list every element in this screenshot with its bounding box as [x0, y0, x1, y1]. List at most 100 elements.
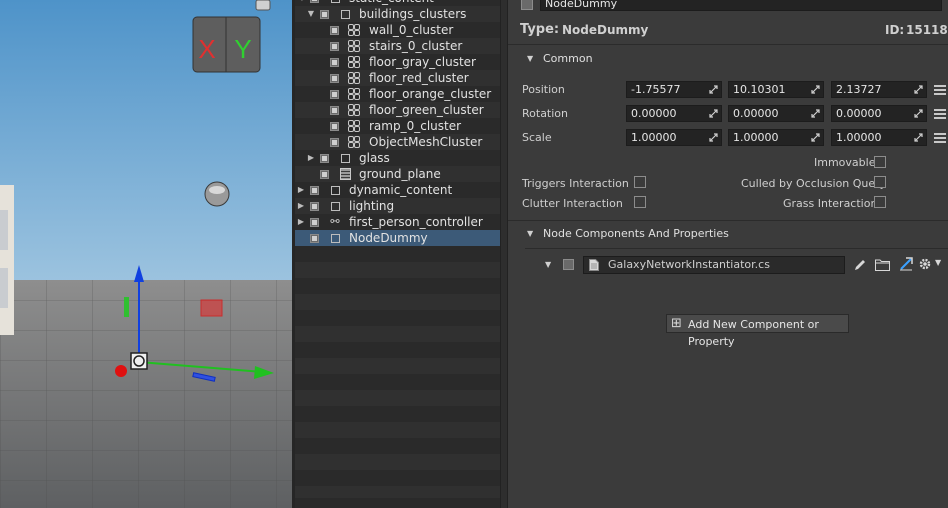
rotation-y-input[interactable]: 0.00000: [728, 105, 824, 122]
collapse-arrow-icon[interactable]: ▼: [545, 260, 551, 269]
immovable-checkbox[interactable]: [874, 156, 886, 168]
menu-icon[interactable]: [934, 109, 946, 119]
enabled-checkbox[interactable]: [330, 90, 339, 99]
tree-item-label: floor_red_cluster: [369, 71, 469, 85]
drag-arrows-icon[interactable]: [709, 133, 718, 142]
enabled-checkbox[interactable]: [310, 202, 319, 211]
enabled-checkbox[interactable]: [330, 74, 339, 83]
position-z-input[interactable]: 2.13727: [831, 81, 927, 98]
scene-viewport[interactable]: X Y: [0, 0, 292, 508]
enabled-checkbox[interactable]: [320, 10, 329, 19]
component-file-field[interactable]: GalaxyNetworkInstantiator.cs: [583, 256, 845, 274]
enabled-checkbox[interactable]: [330, 122, 339, 131]
node-enabled-checkbox[interactable]: [521, 0, 533, 10]
expand-arrow-icon[interactable]: ▶: [296, 198, 306, 214]
rotation-x-value: 0.00000: [631, 107, 677, 120]
component-enabled-checkbox[interactable]: [563, 259, 574, 270]
expand-arrow-icon[interactable]: ▶: [296, 182, 306, 198]
menu-icon[interactable]: [934, 85, 946, 95]
expand-arrow-icon[interactable]: ▶: [296, 214, 306, 230]
enabled-checkbox[interactable]: [330, 42, 339, 51]
tree-item-node-dummy[interactable]: NodeDummy: [295, 230, 500, 246]
tree-item-floor-green-cluster[interactable]: floor_green_cluster: [295, 102, 500, 118]
tree-item-object-mesh-cluster[interactable]: ObjectMeshCluster: [295, 134, 500, 150]
panel-divider[interactable]: [500, 0, 508, 508]
viewport-canvas: X Y: [0, 0, 292, 508]
drag-arrows-icon[interactable]: [914, 109, 923, 118]
tree-item-label: floor_orange_cluster: [369, 87, 492, 101]
collapse-arrow-icon[interactable]: ▼: [527, 54, 533, 63]
node-name-input[interactable]: NodeDummy: [540, 0, 942, 11]
enabled-checkbox[interactable]: [330, 106, 339, 115]
immovable-label: Immovable: [814, 156, 876, 169]
add-component-button[interactable]: ⊞ Add New Component or Property: [666, 314, 849, 348]
tree-item-stairs-cluster[interactable]: stairs_0_cluster: [295, 38, 500, 54]
tree-item-label: ObjectMeshCluster: [369, 135, 483, 149]
rotation-x-input[interactable]: 0.00000: [626, 105, 722, 122]
enabled-checkbox[interactable]: [310, 186, 319, 195]
sphere-object[interactable]: [204, 181, 230, 207]
tree-item-floor-gray-cluster[interactable]: floor_gray_cluster: [295, 54, 500, 70]
id-value: 151181: [906, 23, 948, 37]
chevron-down-icon[interactable]: ▼: [935, 258, 941, 267]
components-section-title[interactable]: Node Components And Properties: [543, 227, 729, 240]
grass-interaction-checkbox[interactable]: [874, 196, 886, 208]
scale-y-input[interactable]: 1.00000: [728, 129, 824, 146]
tree-item-buildings-clusters[interactable]: ▼ buildings_clusters: [295, 6, 500, 22]
properties-panel: NodeDummy Type: NodeDummy ID: 151181 ▼ C…: [508, 0, 948, 508]
enabled-checkbox[interactable]: [320, 154, 329, 163]
tree-item-floor-orange-cluster[interactable]: floor_orange_cluster: [295, 86, 500, 102]
tree-item-ramp-cluster[interactable]: ramp_0_cluster: [295, 118, 500, 134]
drag-arrows-icon[interactable]: [709, 109, 718, 118]
menu-icon[interactable]: [934, 133, 946, 143]
gear-icon[interactable]: [918, 257, 932, 271]
collapse-arrow-icon[interactable]: ▼: [527, 229, 533, 238]
scale-z-input[interactable]: 1.00000: [831, 129, 927, 146]
drag-arrows-icon[interactable]: [811, 85, 820, 94]
drag-arrows-icon[interactable]: [811, 133, 820, 142]
collapse-arrow-icon[interactable]: ▼: [306, 6, 316, 22]
drag-arrows-icon[interactable]: [709, 85, 718, 94]
reference-link-icon: ⚯: [330, 215, 340, 228]
drag-arrows-icon[interactable]: [811, 109, 820, 118]
enabled-checkbox[interactable]: [310, 0, 319, 3]
component-file-name: GalaxyNetworkInstantiator.cs: [608, 258, 770, 271]
tree-item-first-person-controller[interactable]: ▶ ⚯ first_person_controller: [295, 214, 500, 230]
triggers-interaction-checkbox[interactable]: [634, 176, 646, 188]
view-cube-y-label: Y: [234, 34, 251, 64]
position-x-input[interactable]: -1.75577: [626, 81, 722, 98]
drag-arrows-icon[interactable]: [914, 133, 923, 142]
enabled-checkbox[interactable]: [330, 58, 339, 67]
expand-arrow-icon[interactable]: ▶: [306, 150, 316, 166]
clutter-interaction-checkbox[interactable]: [634, 196, 646, 208]
tree-item-label: stairs_0_cluster: [369, 39, 463, 53]
culled-occlusion-checkbox[interactable]: [874, 176, 886, 188]
mesh-cluster-icon: [348, 104, 360, 116]
drag-arrows-icon[interactable]: [914, 85, 923, 94]
enabled-checkbox[interactable]: [330, 138, 339, 147]
folder-icon[interactable]: [875, 258, 890, 271]
enabled-checkbox[interactable]: [320, 170, 329, 179]
grass-interaction-label: Grass Interaction: [783, 197, 878, 210]
tree-item-lighting[interactable]: ▶ lighting: [295, 198, 500, 214]
tree-item-wall-cluster[interactable]: wall_0_cluster: [295, 22, 500, 38]
camera-icon[interactable]: [255, 0, 271, 11]
enabled-checkbox[interactable]: [310, 218, 319, 227]
position-y-input[interactable]: 10.10301: [728, 81, 824, 98]
scene-hierarchy[interactable]: ▼ static_content ▼ buildings_clusters wa…: [295, 0, 500, 508]
scale-x-input[interactable]: 1.00000: [626, 129, 722, 146]
edit-pencil-icon[interactable]: [854, 258, 867, 271]
tree-item-label: floor_green_cluster: [369, 103, 484, 117]
common-section-title[interactable]: Common: [543, 52, 593, 65]
tree-item-ground-plane[interactable]: ground_plane: [295, 166, 500, 182]
enabled-checkbox[interactable]: [330, 26, 339, 35]
tree-item-floor-red-cluster[interactable]: floor_red_cluster: [295, 70, 500, 86]
position-y-value: 10.10301: [733, 83, 786, 96]
tree-item-glass[interactable]: ▶ glass: [295, 150, 500, 166]
apply-cursor-icon[interactable]: [899, 256, 914, 271]
rotation-z-input[interactable]: 0.00000: [831, 105, 927, 122]
enabled-checkbox[interactable]: [310, 234, 319, 243]
view-cube[interactable]: X Y: [192, 16, 261, 73]
tree-item-label: buildings_clusters: [359, 7, 467, 21]
tree-item-dynamic-content[interactable]: ▶ dynamic_content: [295, 182, 500, 198]
